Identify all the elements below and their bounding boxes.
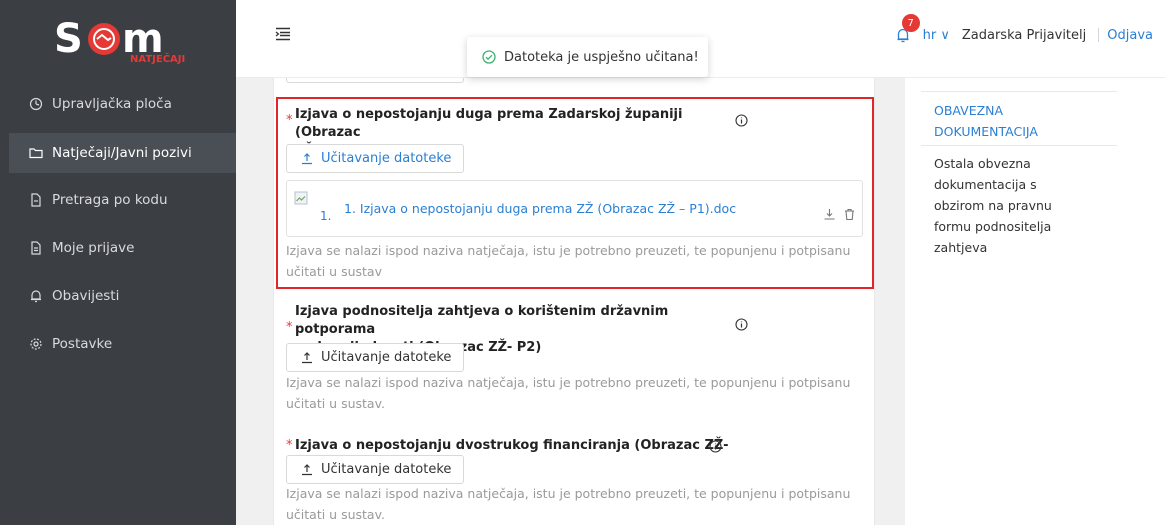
logo-icon: S m NATJEČAJI: [54, 16, 185, 65]
logo[interactable]: S m NATJEČAJI: [52, 14, 192, 66]
section-heading[interactable]: OBAVEZNA DOKUMENTACIJA: [934, 100, 1064, 142]
field-hint: Izjava se nalazi ispod naziva natječaja,…: [286, 243, 851, 279]
broken-image-icon: [294, 191, 308, 205]
sidebar-item-settings[interactable]: Postavke: [0, 324, 236, 364]
sidebar-item-label: Upravljačka ploča: [52, 96, 172, 112]
right-panel: OBAVEZNA DOKUMENTACIJA Ostala obvezna do…: [905, 78, 1165, 525]
sidebar-item-label: Natječaji/Javni pozivi: [52, 145, 192, 161]
required-asterisk: *: [286, 113, 293, 128]
upload-button[interactable]: Učitavanje datoteke: [286, 455, 465, 484]
divider: [921, 145, 1117, 146]
language-selector[interactable]: hr ∨: [923, 28, 950, 43]
sidebar-item-notifications[interactable]: Obavijesti: [0, 276, 236, 316]
file-number: 1.: [320, 209, 332, 223]
previous-field-edge: [286, 78, 464, 83]
sidebar-item-dashboard[interactable]: Upravljačka ploča: [0, 84, 236, 124]
svg-text:S: S: [54, 16, 83, 62]
upload-icon: [302, 351, 312, 363]
sidebar-item-tenders[interactable]: Natječaji/Javni pozivi: [9, 133, 236, 173]
field-hint: Izjava se nalazi ispod naziva natječaja,…: [286, 486, 851, 522]
success-toast: Datoteka je uspješno učitana!: [467, 37, 708, 77]
sidebar-item-label: Moje prijave: [52, 240, 135, 256]
top-right-controls: 7 hr ∨ Zadarska Prijavitelj Odjava: [895, 14, 1153, 45]
divider: [921, 91, 1117, 92]
sidebar-item-search-by-code[interactable]: Pretraga po kodu: [0, 180, 236, 220]
sidebar-item-label: Postavke: [52, 336, 113, 352]
sidebar-item-my-applications[interactable]: Moje prijave: [0, 228, 236, 268]
info-icon[interactable]: [735, 318, 748, 331]
uploaded-file-item: 1. 1. Izjava o nepostojanju duga prema Z…: [286, 180, 863, 237]
app-window: S m NATJEČAJI Upravljačka ploča Natječaj…: [0, 0, 1165, 525]
file-link[interactable]: 1. Izjava o nepostojanju duga prema ZŽ (…: [344, 201, 736, 216]
menu-toggle-icon[interactable]: [275, 26, 291, 41]
delete-icon[interactable]: [843, 208, 856, 221]
required-asterisk: *: [286, 320, 293, 335]
check-circle-icon: [482, 50, 496, 64]
sidebar-item-label: Obavijesti: [52, 288, 120, 304]
logout-link[interactable]: Odjava: [1107, 28, 1153, 43]
section-description: Ostala obvezna dokumentacija s obzirom n…: [934, 156, 1052, 255]
field-hint: Izjava se nalazi ispod naziva natječaja,…: [286, 375, 851, 411]
upload-button[interactable]: Učitavanje datoteke: [286, 343, 465, 372]
upload-button[interactable]: Učitavanje datoteke: [286, 144, 465, 173]
required-asterisk: *: [286, 438, 293, 453]
dashboard-icon: [29, 97, 43, 111]
toast-message: Datoteka je uspješno učitana!: [504, 49, 699, 65]
notification-count-badge: 7: [901, 14, 920, 32]
divider: [1098, 28, 1100, 42]
form-content: * Izjava o nepostojanju duga prema Zadar…: [273, 78, 875, 525]
upload-icon: [302, 152, 312, 164]
notification-bell-icon[interactable]: 7: [895, 14, 920, 43]
download-icon[interactable]: [823, 208, 836, 221]
file-icon: [29, 193, 43, 207]
upload-icon: [302, 463, 312, 475]
sidebar: S m NATJEČAJI Upravljačka ploča Natječaj…: [0, 0, 236, 525]
info-icon[interactable]: [709, 440, 722, 453]
bell-icon: [29, 289, 43, 303]
info-icon[interactable]: [735, 114, 748, 127]
logo-text: NATJEČAJI: [130, 52, 185, 65]
folder-icon: [29, 146, 43, 160]
document-icon: [29, 241, 43, 255]
gear-icon: [29, 337, 43, 351]
user-name: Zadarska Prijavitelj: [961, 27, 1087, 43]
sidebar-item-label: Pretraga po kodu: [52, 192, 168, 208]
